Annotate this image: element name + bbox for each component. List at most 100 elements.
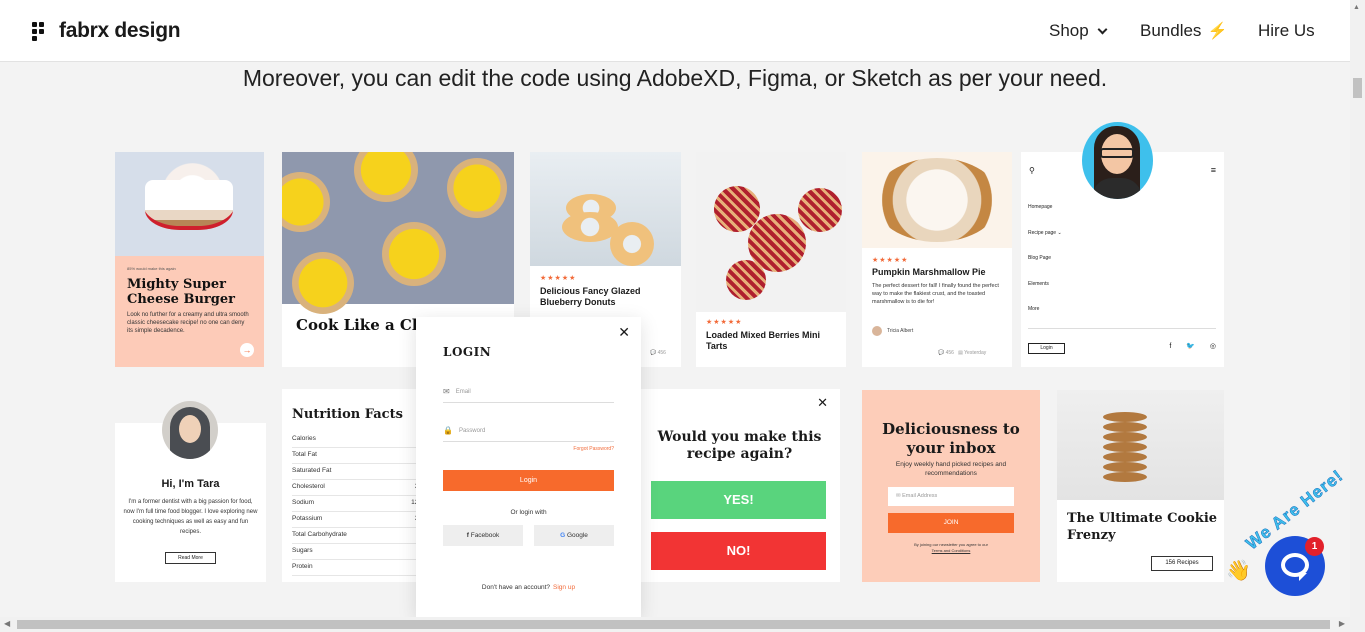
recipes-button[interactable]: 156 Recipes (1151, 556, 1213, 571)
lock-icon: 🔒 (443, 426, 453, 435)
nutrition-table: Calories Total Fat Saturated Fat Cholestero… (292, 432, 422, 576)
nutrient-label: Cholesterol (292, 483, 325, 490)
login-button[interactable]: Login (443, 470, 614, 491)
nutrient-label: Total Carbohydrate (292, 531, 347, 538)
twitter-icon[interactable]: 🐦 (1186, 343, 1195, 350)
waving-hand-icon: 👋 (1226, 560, 1251, 582)
berry-tarts-card[interactable]: ★★★★★ Loaded Mixed Berries Mini Tarts (696, 152, 846, 367)
menu-item-homepage[interactable]: Homepage (1028, 204, 1062, 230)
donut-image (530, 152, 681, 266)
recipe-feedback-card: ✕ Would you make this recipe again? YES!… (639, 389, 840, 582)
nutrient-label: Calories (292, 435, 316, 442)
cheesecake-card[interactable]: 85% would make this again Mighty Super C… (115, 152, 264, 367)
facebook-login-button[interactable]: f Facebook (443, 525, 523, 546)
yes-button[interactable]: YES! (651, 481, 826, 519)
terms-link[interactable]: Terms and Conditions (932, 548, 971, 553)
nutrient-label: Total Fat (292, 451, 317, 458)
facebook-icon[interactable]: f (1169, 343, 1171, 350)
top-nav-bar: fabrx design Shop Bundles ⚡ Hire Us (0, 0, 1350, 62)
email-field[interactable]: ✉ Email Address (888, 487, 1014, 506)
menu-item-recipe-page[interactable]: Recipe page ⌄ (1028, 230, 1062, 256)
email-field[interactable]: ✉ Email (443, 381, 614, 403)
instagram-icon[interactable]: ◎ (1210, 343, 1216, 350)
signup-prompt: Don't have an account? Sign up (481, 584, 576, 591)
read-more-button[interactable]: Read More (165, 552, 216, 564)
table-row: Protein (292, 560, 422, 576)
cookie-image (1057, 390, 1224, 500)
cookie-card[interactable]: The Ultimate Cookie Frenzy 156 Recipes (1057, 390, 1224, 582)
lightning-icon: ⚡ (1207, 23, 1228, 40)
nav-shop-label: Shop (1049, 21, 1089, 40)
brand-logo[interactable]: fabrx design (32, 19, 181, 43)
scroll-right-icon[interactable]: ▶ (1339, 619, 1345, 628)
pies-image (696, 152, 846, 312)
menu-item-elements[interactable]: Elements (1028, 281, 1062, 307)
nutrition-title: Nutrition Facts (292, 407, 403, 422)
scroll-left-icon[interactable]: ◀ (4, 619, 10, 628)
hamburger-menu-icon[interactable]: ≡ (1211, 165, 1216, 175)
post-meta: 💬 456 ▤ Yesterday (938, 350, 987, 356)
about-description: I'm a former dentist with a big passion … (123, 499, 258, 535)
pumpkin-pie-image (862, 152, 1012, 248)
card-title: Mighty Super Cheese Burger (127, 277, 235, 307)
email-placeholder: Email (455, 388, 471, 395)
or-login-with: Or login with (510, 509, 547, 516)
card-title: Delicious Fancy Glazed Blueberry Donuts (540, 286, 641, 307)
notification-badge: 1 (1305, 537, 1324, 556)
table-row: Sugars (292, 544, 422, 560)
comment-count: 💬 456 (650, 350, 666, 356)
nutrient-label: Sodium (292, 499, 315, 506)
password-placeholder: Password (458, 427, 486, 434)
tarts-image (282, 152, 514, 314)
google-login-button[interactable]: G Google (534, 525, 614, 546)
scroll-thumb[interactable] (17, 620, 1330, 629)
divider (1028, 328, 1216, 329)
newsletter-terms: By joining our newsletter you agree to o… (914, 542, 988, 553)
author: Tricia Albert (872, 326, 913, 336)
rating-stars: ★★★★★ (706, 319, 743, 326)
menu-list: Homepage Recipe page ⌄ Blog Page Element… (1028, 204, 1062, 332)
card-title: Loaded Mixed Berries Mini Tarts (706, 330, 821, 351)
table-row: Sodium120 (292, 496, 422, 512)
vertical-scrollbar[interactable]: ▲ (1350, 0, 1365, 617)
close-icon[interactable]: ✕ (817, 395, 828, 411)
section-headline: Moreover, you can edit the code using Ad… (242, 65, 1108, 91)
scroll-thumb[interactable] (1353, 78, 1362, 98)
menu-item-blog-page[interactable]: Blog Page (1028, 255, 1062, 281)
avatar (872, 326, 882, 336)
close-icon[interactable]: ✕ (618, 324, 630, 341)
card-tag: 85% would make this again (127, 266, 176, 271)
nav-hire-label: Hire Us (1258, 21, 1315, 40)
login-modal: ✕ LOGIN ✉ Email 🔒 Password Forgot Passwo… (416, 317, 641, 617)
avatar (1082, 122, 1153, 199)
nav-hire-us[interactable]: Hire Us (1258, 21, 1315, 41)
scroll-up-icon[interactable]: ▲ (1353, 4, 1360, 11)
pumpkin-pie-card[interactable]: ★★★★★ Pumpkin Marshmallow Pie The perfec… (862, 152, 1012, 367)
logo-icon (32, 21, 51, 41)
join-button[interactable]: JOIN (888, 513, 1014, 533)
rating-stars: ★★★★★ (540, 275, 577, 282)
nutrient-label: Potassium (292, 515, 323, 522)
newsletter-card: Deliciousness to your inbox Enjoy weekly… (862, 390, 1040, 582)
nav-bundles[interactable]: Bundles ⚡ (1140, 21, 1227, 41)
table-row: Total Carbohydrate (292, 528, 422, 544)
search-icon[interactable]: ⚲ (1029, 166, 1035, 175)
no-button[interactable]: NO! (651, 532, 826, 570)
horizontal-scrollbar[interactable]: ◀ ▶ (0, 617, 1365, 632)
arrow-right-icon[interactable]: → (240, 343, 254, 357)
card-description: The perfect dessert for fall! I finally … (872, 283, 999, 305)
table-row: Saturated Fat (292, 464, 422, 480)
forgot-password-link[interactable]: Forgot Password? (573, 446, 614, 452)
nutrient-label: Sugars (292, 547, 313, 554)
about-title: Hi, I'm Tara (161, 478, 220, 490)
login-button[interactable]: Login (1028, 343, 1065, 354)
table-row: Potassium32 (292, 512, 422, 528)
nav-bundles-label: Bundles (1140, 21, 1202, 40)
password-field[interactable]: 🔒 Password (443, 420, 614, 442)
avatar (162, 401, 218, 459)
card-description: Look no further for a creamy and ultra s… (127, 312, 249, 334)
table-row: Total Fat (292, 448, 422, 464)
nav-shop[interactable]: Shop (1049, 21, 1108, 41)
signup-link[interactable]: Sign up (553, 584, 575, 591)
newsletter-description: Enjoy weekly hand picked recipes and rec… (895, 461, 1007, 477)
